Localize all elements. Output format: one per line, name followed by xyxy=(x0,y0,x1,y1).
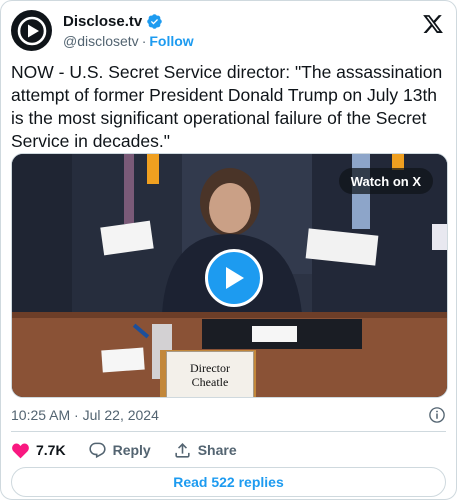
tweet-card: Disclose.tv @disclosetv · Follow NOW - U… xyxy=(0,0,457,500)
action-bar: 7.7K Reply Share xyxy=(11,439,237,461)
nameplate: Director Cheatle xyxy=(166,351,254,397)
tweet-meta-row: 10:25 AM · Jul 22, 2024 xyxy=(11,405,446,425)
follow-button[interactable]: Follow xyxy=(149,33,193,49)
author-handle-row: @disclosetv · Follow xyxy=(63,33,194,49)
author-display-name[interactable]: Disclose.tv xyxy=(63,13,142,30)
like-button[interactable]: 7.7K xyxy=(11,441,66,460)
like-count: 7.7K xyxy=(36,442,66,458)
share-label: Share xyxy=(197,442,237,458)
share-icon xyxy=(175,442,190,458)
tweet-text: NOW - U.S. Secret Service director: "The… xyxy=(11,62,443,151)
avatar[interactable] xyxy=(11,10,52,51)
reply-icon xyxy=(88,442,106,458)
nameplate-line2: Cheatle xyxy=(191,375,229,389)
share-button[interactable]: Share xyxy=(173,441,237,460)
read-replies-button[interactable]: Read 522 replies xyxy=(11,467,446,497)
verified-badge-icon xyxy=(146,13,163,30)
separator-dot: · xyxy=(141,33,147,49)
x-logo-icon[interactable] xyxy=(422,13,444,35)
reply-label: Reply xyxy=(112,442,151,458)
divider xyxy=(11,431,446,432)
timestamp[interactable]: 10:25 AM · Jul 22, 2024 xyxy=(11,407,159,423)
play-button[interactable] xyxy=(205,249,263,307)
author-name-row: Disclose.tv xyxy=(63,13,163,30)
info-icon[interactable] xyxy=(428,406,446,424)
video-media[interactable]: Director Cheatle Watch on X xyxy=(11,153,448,398)
watch-on-x-button[interactable]: Watch on X xyxy=(338,168,433,194)
reply-button[interactable]: Reply xyxy=(88,441,151,460)
heart-icon xyxy=(12,443,29,458)
nameplate-line1: Director xyxy=(190,361,230,375)
author-handle[interactable]: @disclosetv xyxy=(63,33,139,49)
tweet-header: Disclose.tv @disclosetv · Follow xyxy=(11,9,446,53)
play-logo-icon xyxy=(17,16,46,45)
play-icon xyxy=(226,267,244,289)
